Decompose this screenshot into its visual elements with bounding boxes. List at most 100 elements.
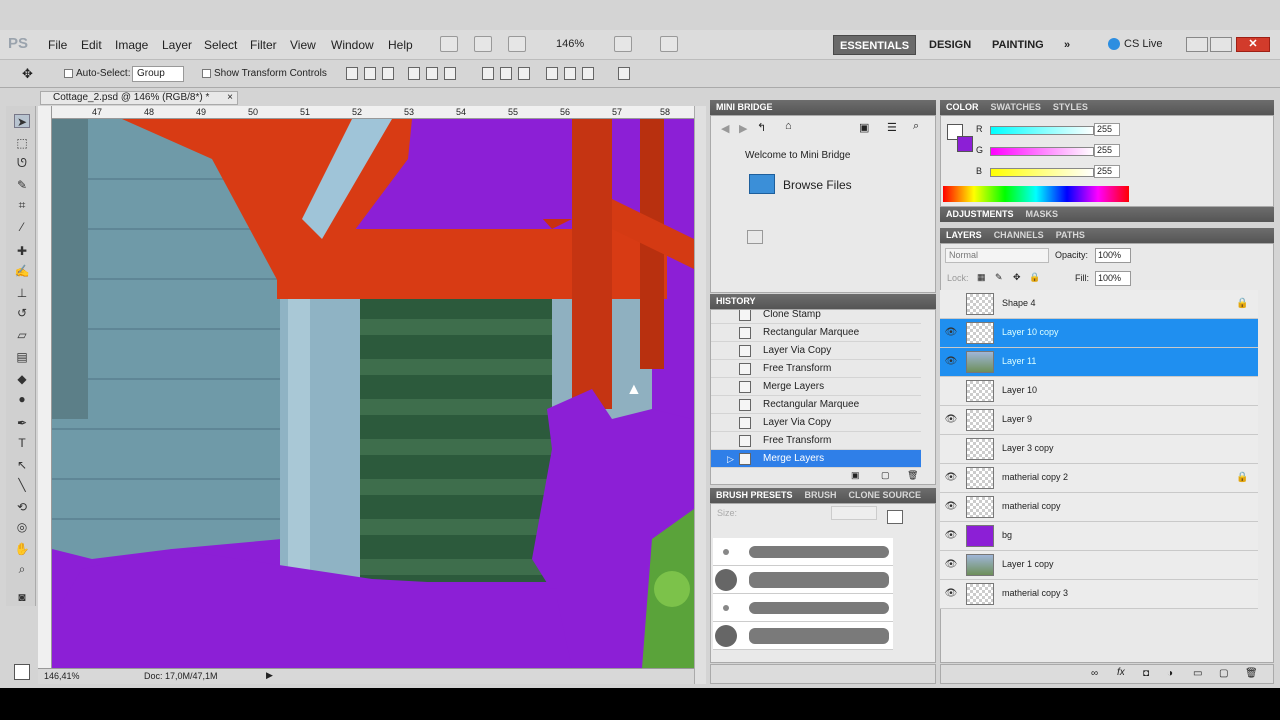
new-group-icon[interactable]: ▭ bbox=[1193, 668, 1202, 679]
paths-tab[interactable]: PATHS bbox=[1050, 230, 1091, 240]
history-item[interactable]: Layer Via Copy bbox=[711, 342, 921, 360]
menu-view[interactable]: View bbox=[290, 38, 316, 52]
align-right-icon[interactable] bbox=[444, 67, 456, 80]
visibility-toggle[interactable] bbox=[944, 443, 958, 455]
layer-row[interactable]: Layer 3 copy bbox=[940, 435, 1258, 464]
menu-filter[interactable]: Filter bbox=[250, 38, 277, 52]
layers-tab[interactable]: LAYERS bbox=[940, 230, 988, 240]
opacity-field[interactable]: 100% bbox=[1095, 248, 1131, 263]
link-layers-icon[interactable]: ∞ bbox=[1091, 668, 1098, 679]
visibility-toggle[interactable] bbox=[944, 298, 958, 310]
transform-controls-toggle[interactable]: Show Transform Controls bbox=[202, 68, 327, 79]
red-slider-track[interactable] bbox=[990, 126, 1094, 135]
layer-row[interactable]: 👁 Layer 9 bbox=[940, 406, 1258, 435]
auto-select-toggle[interactable]: Auto-Select: bbox=[64, 68, 130, 79]
color-bg-swatch[interactable] bbox=[957, 136, 973, 152]
layer-row[interactable]: 👁 Layer 1 copy bbox=[940, 551, 1258, 580]
blue-channel-value[interactable]: 255 bbox=[1094, 165, 1120, 178]
distribute-hcenter-icon[interactable] bbox=[564, 67, 576, 80]
history-brush-tool-icon[interactable]: ↺ bbox=[14, 306, 30, 320]
3d-rotate-tool-icon[interactable]: ⟲ bbox=[14, 500, 30, 514]
browse-files-icon[interactable] bbox=[749, 174, 775, 194]
brush-tab[interactable]: BRUSH bbox=[799, 490, 843, 500]
brush-presets-tab[interactable]: BRUSH PRESETS bbox=[710, 490, 799, 500]
clone-stamp-tool-icon[interactable]: ⊥ bbox=[14, 286, 30, 300]
eye-icon[interactable]: 👁 bbox=[944, 559, 958, 571]
cs-live-menu[interactable]: CS Live bbox=[1108, 38, 1163, 51]
channels-tab[interactable]: CHANNELS bbox=[988, 230, 1050, 240]
eye-icon[interactable]: 👁 bbox=[944, 327, 958, 339]
zoom-level-select[interactable]: 146% bbox=[556, 38, 584, 50]
history-item[interactable]: Merge Layers bbox=[711, 378, 921, 396]
move-tool-icon[interactable]: ✥ bbox=[22, 66, 33, 82]
workspace-more[interactable]: » bbox=[1058, 35, 1076, 55]
color-spectrum-bar[interactable] bbox=[943, 186, 1129, 202]
menu-select[interactable]: Select bbox=[204, 38, 237, 52]
workspace-essentials[interactable]: ESSENTIALS bbox=[833, 35, 917, 55]
maximize-button[interactable] bbox=[1210, 37, 1232, 52]
dodge-tool-icon[interactable]: ● bbox=[14, 392, 30, 406]
eraser-tool-icon[interactable]: ▱ bbox=[14, 328, 30, 342]
go-to-parent-icon[interactable]: ↰ bbox=[757, 121, 766, 134]
color-swatches[interactable] bbox=[14, 664, 38, 688]
marquee-tool-icon[interactable]: ⬚ bbox=[14, 136, 30, 150]
healing-brush-tool-icon[interactable]: ✚ bbox=[14, 244, 30, 258]
workspace-design[interactable]: DESIGN bbox=[923, 35, 977, 55]
eye-icon[interactable]: 👁 bbox=[944, 414, 958, 426]
eye-icon[interactable]: 👁 bbox=[944, 472, 958, 484]
blend-mode-select[interactable]: Normal bbox=[945, 248, 1049, 263]
distribute-vcenter-icon[interactable] bbox=[500, 67, 512, 80]
history-tab[interactable]: HISTORY bbox=[710, 296, 762, 306]
status-menu-arrow-icon[interactable]: ▶ bbox=[266, 670, 273, 681]
layer-row[interactable]: 👁 matherial copy 2 🔒 bbox=[940, 464, 1258, 493]
hand-tool-icon[interactable]: ✋ bbox=[14, 542, 30, 556]
home-icon[interactable]: ⌂ bbox=[785, 120, 792, 132]
layer-row-selected[interactable]: 👁 Layer 10 copy bbox=[940, 319, 1258, 348]
create-brush-icon[interactable] bbox=[887, 510, 903, 524]
gradient-tool-icon[interactable]: ▤ bbox=[14, 350, 30, 364]
layer-style-icon[interactable]: fx bbox=[1117, 667, 1125, 678]
new-snapshot-icon[interactable]: ▣ bbox=[851, 470, 860, 481]
align-top-icon[interactable] bbox=[346, 67, 358, 80]
brush-tool-icon[interactable]: ✍ bbox=[14, 264, 30, 278]
eye-icon[interactable]: 👁 bbox=[944, 588, 958, 600]
clone-source-tab[interactable]: CLONE SOURCE bbox=[843, 490, 928, 500]
history-item[interactable]: Rectangular Marquee bbox=[711, 324, 921, 342]
layer-row-selected[interactable]: 👁 Layer 11 bbox=[940, 348, 1258, 377]
align-bottom-icon[interactable] bbox=[382, 67, 394, 80]
auto-select-type-select[interactable]: Group bbox=[132, 66, 184, 82]
transform-controls-checkbox[interactable] bbox=[202, 68, 211, 78]
red-channel-slider[interactable]: R 255 bbox=[976, 123, 1120, 138]
panel-view-icon[interactable]: ▣ bbox=[859, 121, 869, 134]
swatches-tab[interactable]: SWATCHES bbox=[985, 102, 1047, 112]
document-tab[interactable]: Cottage_2.psd @ 146% (RGB/8*) * × bbox=[40, 91, 238, 105]
browse-files-link[interactable]: Browse Files bbox=[783, 178, 852, 192]
quick-select-tool-icon[interactable]: ✎ bbox=[14, 178, 30, 192]
menu-help[interactable]: Help bbox=[388, 38, 413, 52]
menu-layer[interactable]: Layer bbox=[162, 38, 192, 52]
align-left-icon[interactable] bbox=[408, 67, 420, 80]
green-channel-slider[interactable]: G 255 bbox=[976, 144, 1120, 159]
brush-size-field[interactable] bbox=[831, 506, 877, 520]
red-channel-value[interactable]: 255 bbox=[1094, 123, 1120, 136]
move-tool-icon[interactable]: ➤ bbox=[14, 114, 30, 129]
lock-all-icon[interactable]: 🔒 bbox=[1029, 272, 1040, 283]
green-slider-track[interactable] bbox=[990, 147, 1094, 156]
color-tab[interactable]: COLOR bbox=[940, 102, 985, 112]
new-document-icon[interactable]: ▢ bbox=[881, 470, 890, 481]
green-channel-value[interactable]: 255 bbox=[1094, 144, 1120, 157]
delete-state-icon[interactable]: 🗑 bbox=[907, 470, 918, 481]
styles-tab[interactable]: STYLES bbox=[1047, 102, 1094, 112]
history-item[interactable]: Clone Stamp bbox=[711, 310, 921, 324]
quick-mask-icon[interactable]: ◙ bbox=[14, 590, 30, 604]
arrange-documents-button[interactable] bbox=[614, 36, 632, 52]
add-mask-icon[interactable]: ◘ bbox=[1143, 668, 1149, 679]
auto-align-icon[interactable] bbox=[618, 67, 630, 80]
screen-mode-button[interactable] bbox=[660, 36, 678, 52]
eyedropper-tool-icon[interactable]: ⁄ bbox=[14, 220, 30, 234]
crop-tool-icon[interactable]: ⌗ bbox=[14, 198, 30, 212]
blur-tool-icon[interactable]: ◆ bbox=[14, 372, 30, 386]
view-options-icon[interactable]: ☰ bbox=[887, 121, 897, 134]
close-document-icon[interactable]: × bbox=[227, 92, 233, 104]
visibility-toggle[interactable] bbox=[944, 385, 958, 397]
